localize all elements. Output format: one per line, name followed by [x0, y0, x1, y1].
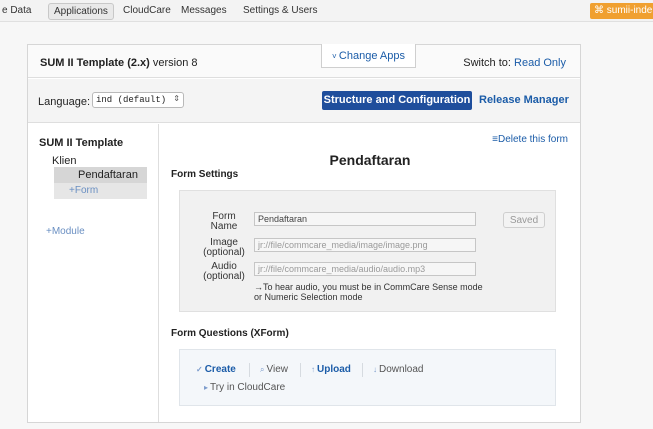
- create-link[interactable]: ✓ Create: [196, 364, 236, 375]
- language-select[interactable]: ind (default) ⇕: [92, 92, 184, 108]
- action-divider: [300, 363, 301, 377]
- page-title: Pendaftaran: [329, 152, 411, 168]
- sidebar-add-module[interactable]: +Module: [46, 226, 85, 237]
- action-divider: [362, 363, 363, 377]
- user-menu[interactable]: ⌘ sumii-inde: [590, 3, 653, 19]
- form-settings-heading: Form Settings: [171, 169, 239, 180]
- app-name: SUM II Template (2.x): [40, 57, 150, 69]
- create-label: Create: [204, 364, 236, 375]
- try-cloudcare-label: Try in CloudCare: [210, 382, 286, 393]
- chevron-down-icon: ˅: [332, 52, 339, 61]
- nav-cloudcare[interactable]: CloudCare: [123, 5, 171, 16]
- view-label: View: [266, 364, 288, 375]
- upload-icon: ↑: [311, 365, 315, 374]
- view-icon: ⌕: [260, 365, 265, 374]
- top-navigation: e Data Applications CloudCare Messages S…: [0, 0, 653, 22]
- app-title: SUM II Template (2.x) version 8: [40, 57, 198, 69]
- user-icon: ⌘: [594, 5, 607, 16]
- try-cloudcare-link[interactable]: ▸ Try in CloudCare: [204, 382, 285, 393]
- form-questions-box: ✓ Create ⌕ View ↑ Upload ↓ Download ▸ Try in …: [179, 349, 556, 406]
- download-label: Download: [379, 364, 424, 375]
- audio-label: Audio (optional): [203, 261, 245, 282]
- form-settings-box: Form Name Pendaftaran Saved Image (optio…: [179, 190, 556, 312]
- upload-label: Upload: [317, 364, 351, 375]
- nav-messages[interactable]: Messages: [181, 5, 227, 16]
- audio-input[interactable]: jr://file/commcare_media/audio/audio.mp3: [254, 262, 476, 276]
- arrow-right-icon: →: [254, 282, 263, 292]
- switch-to: Switch to: Read Only: [463, 57, 566, 69]
- audio-note-text: To hear audio, you must be in CommCare S…: [254, 282, 483, 302]
- sidebar-add-form[interactable]: +Form: [54, 183, 147, 199]
- view-link[interactable]: ⌕ View: [260, 364, 288, 375]
- language-selected: ind (default): [96, 95, 167, 105]
- delete-form-label: Delete this form: [497, 134, 568, 145]
- form-content: ≡Delete this form Pendaftaran Form Setti…: [160, 124, 580, 422]
- switch-to-label: Switch to:: [463, 57, 511, 69]
- sidebar-module-klien[interactable]: Klien: [52, 155, 76, 167]
- sidebar-app-title[interactable]: SUM II Template: [39, 137, 123, 149]
- add-form-label: Form: [74, 185, 99, 196]
- select-arrows-icon: ⇕: [173, 94, 180, 103]
- structure-configuration-button[interactable]: Structure and Configuration: [322, 91, 472, 110]
- nav-settings-users[interactable]: Settings & Users: [243, 5, 317, 16]
- nav-applications[interactable]: Applications: [48, 3, 114, 20]
- sidebar: SUM II Template Klien Pendaftaran +Form …: [28, 124, 159, 422]
- download-icon: ↓: [373, 365, 377, 374]
- audio-note: →To hear audio, you must be in CommCare …: [254, 282, 486, 302]
- user-name: sumii-inde: [606, 5, 653, 16]
- image-input[interactable]: jr://file/commcare_media/image/image.png: [254, 238, 476, 252]
- change-apps-label: Change Apps: [338, 50, 405, 62]
- download-link[interactable]: ↓ Download: [373, 364, 423, 375]
- form-name-label: Form Name: [210, 211, 238, 232]
- app-manager-panel: SUM II Template (2.x) version 8 ˅ Change…: [27, 44, 581, 423]
- nav-data[interactable]: e Data: [2, 5, 31, 16]
- app-header: SUM II Template (2.x) version 8 ˅ Change…: [28, 44, 580, 78]
- form-name-input[interactable]: Pendaftaran: [254, 212, 476, 226]
- add-module-label: Module: [51, 226, 85, 237]
- upload-link[interactable]: ↑ Upload: [311, 364, 351, 375]
- form-questions-heading: Form Questions (XForm): [171, 328, 289, 339]
- app-version: version 8: [152, 57, 198, 69]
- play-icon: ▸: [204, 383, 209, 392]
- language-label: Language:: [38, 96, 90, 108]
- action-divider: [249, 363, 250, 377]
- saved-button[interactable]: Saved: [503, 212, 545, 228]
- read-only-link[interactable]: Read Only: [514, 57, 566, 69]
- pencil-icon: ✓: [196, 365, 203, 374]
- release-manager-link[interactable]: Release Manager: [479, 94, 569, 106]
- change-apps-button[interactable]: ˅ Change Apps: [321, 44, 416, 68]
- delete-form-link[interactable]: ≡Delete this form: [492, 134, 568, 145]
- sidebar-form-pendaftaran[interactable]: Pendaftaran: [54, 167, 147, 183]
- language-bar: Language: ind (default) ⇕ Structure and …: [28, 79, 580, 123]
- image-label: Image (optional): [203, 237, 245, 258]
